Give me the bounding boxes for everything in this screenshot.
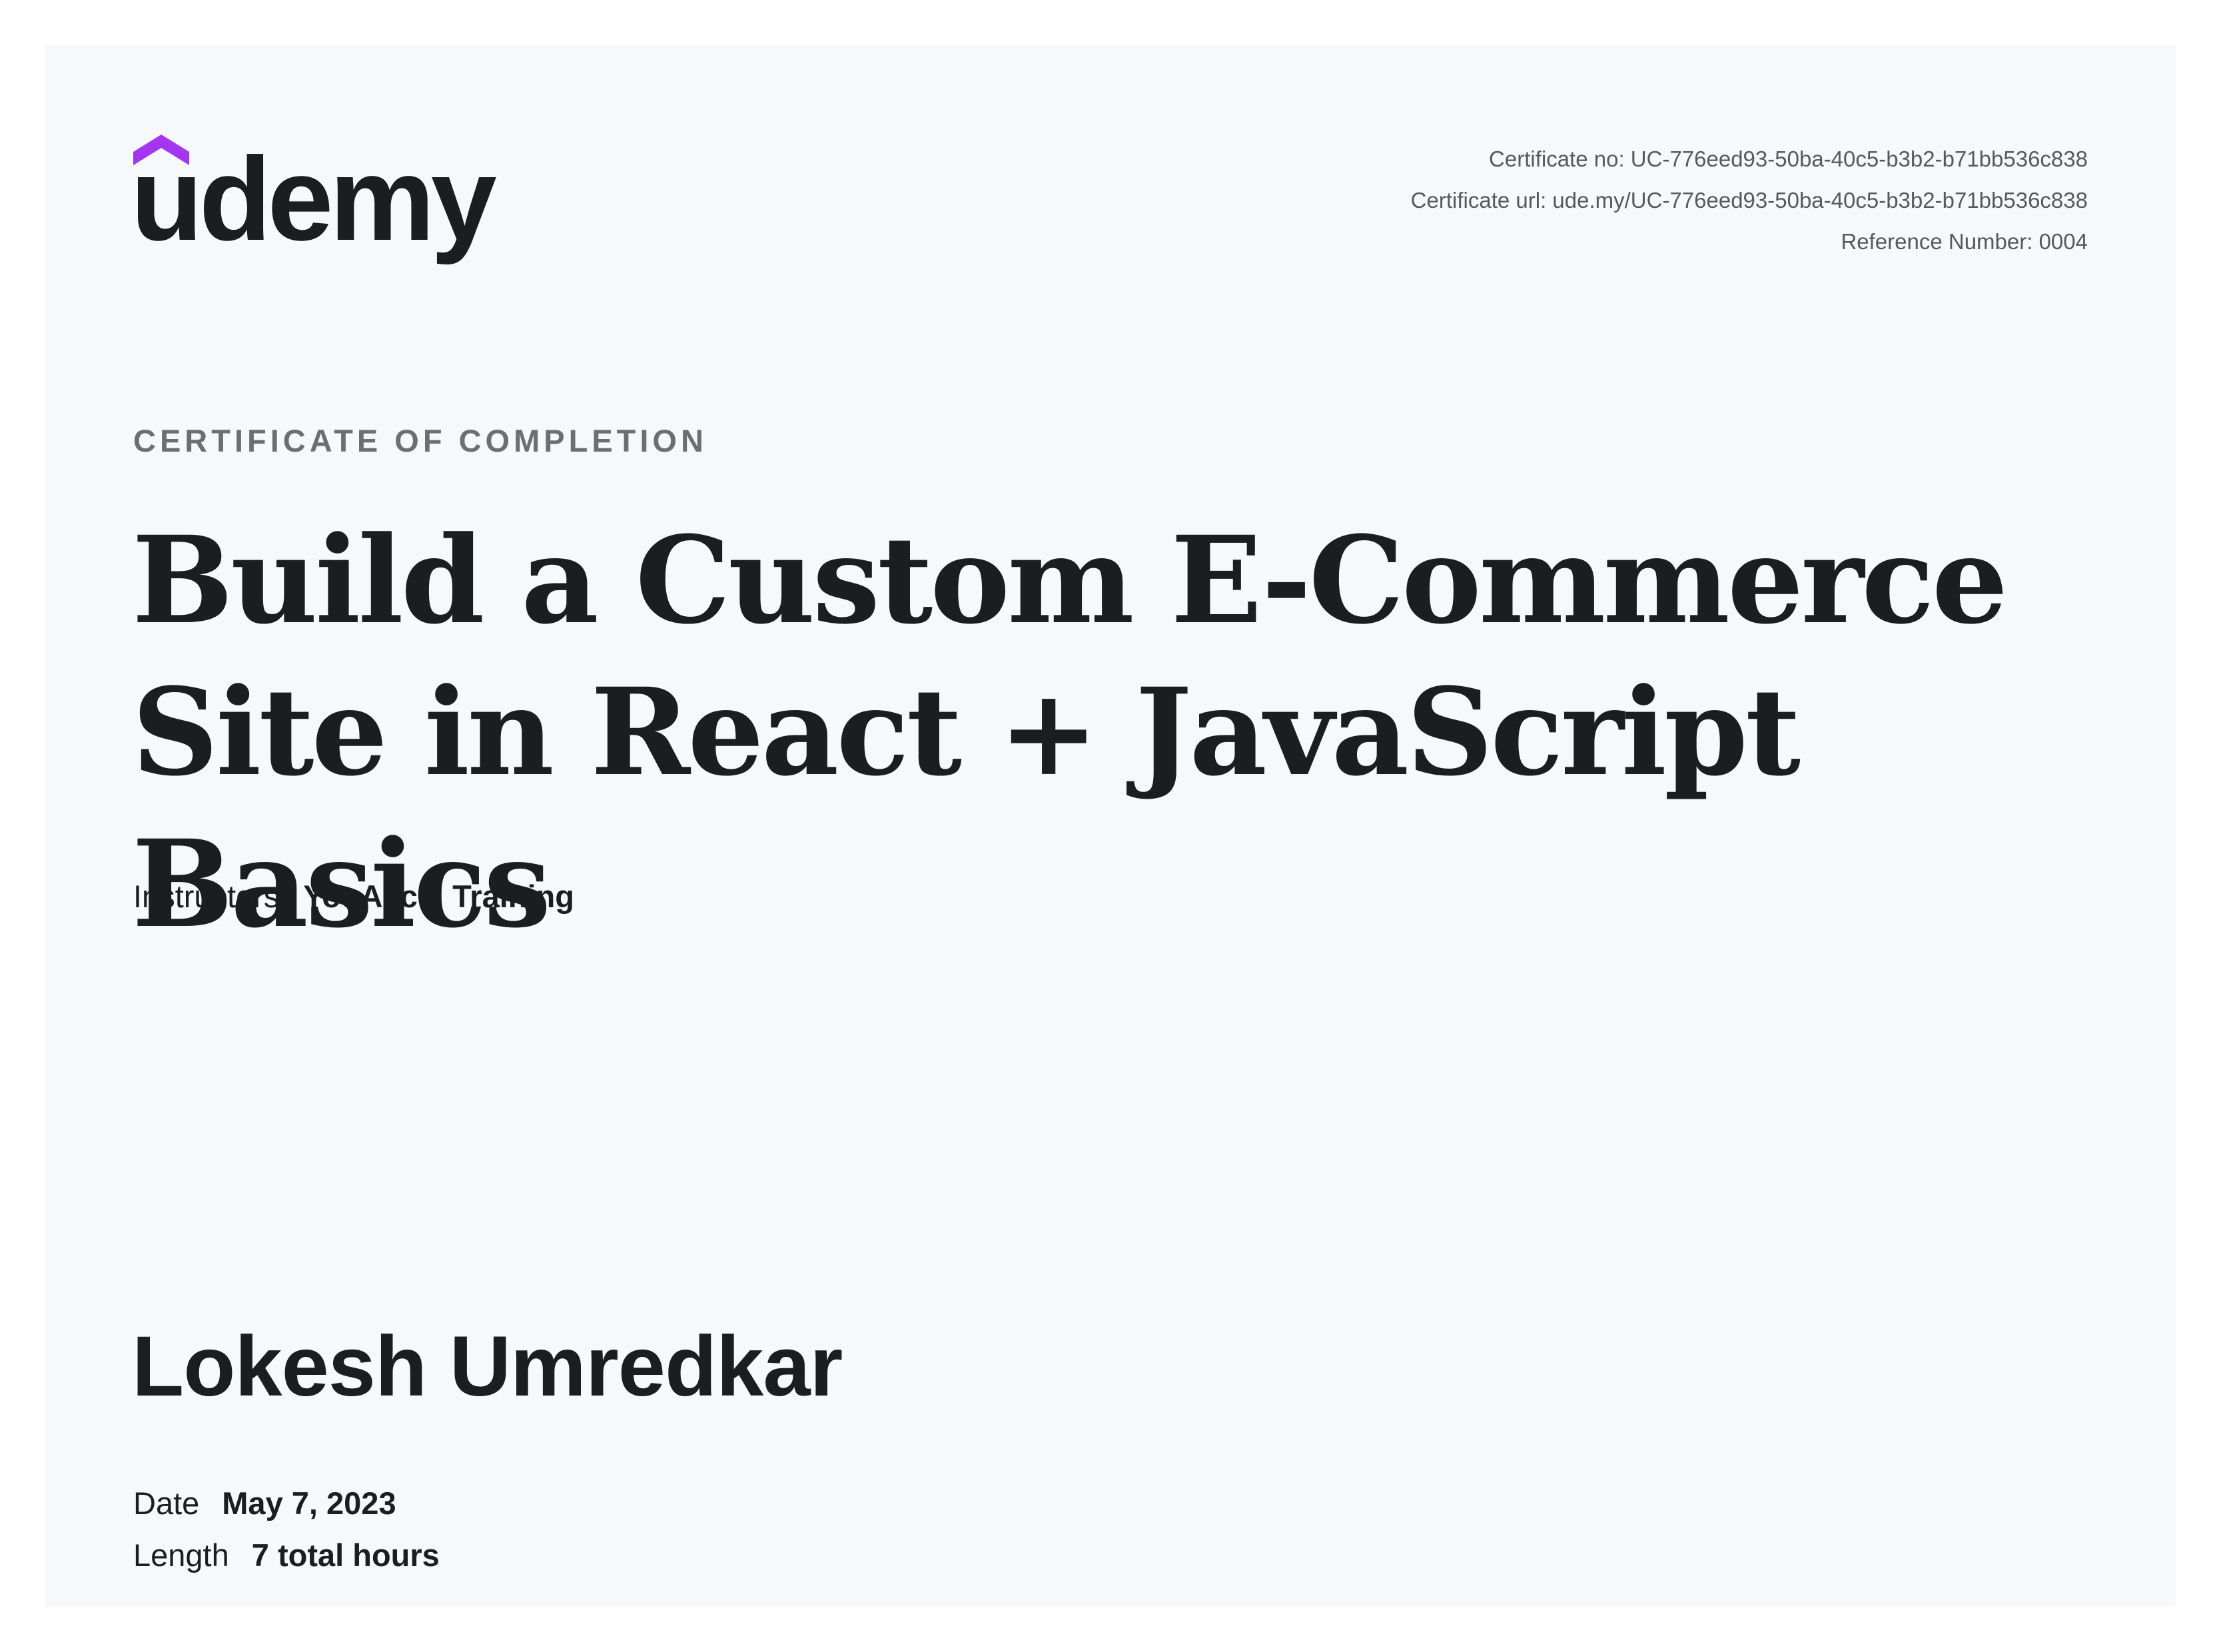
udemy-logo: udemy — [133, 133, 501, 265]
length-row: Length 7 total hours — [133, 1529, 440, 1581]
certificate-heading: CERTIFICATE OF COMPLETION — [133, 423, 707, 458]
length-value: 7 total hours — [251, 1537, 440, 1573]
certificate-url: Certificate url: ude.my/UC-776eed93-50ba… — [1410, 188, 2088, 212]
student-name: Lokesh Umredkar — [132, 1319, 843, 1414]
date-label: Date — [133, 1485, 200, 1521]
certificate-meta: Certificate no: UC-776eed93-50ba-40c5-b3… — [1411, 139, 2088, 262]
certificate-number: Certificate no: UC-776eed93-50ba-40c5-b3… — [1489, 147, 2088, 171]
reference-number: Reference Number: 0004 — [1841, 229, 2088, 254]
udemy-logo-wordmark: udemy — [133, 133, 497, 265]
completion-details: Date May 7, 2023 Length 7 total hours — [133, 1477, 440, 1581]
date-row: Date May 7, 2023 — [133, 1477, 440, 1529]
certificate-page: udemy Certificate no: UC-776eed93-50ba-4… — [45, 45, 2176, 1607]
instructors-row: Instructors YouAccel Training — [133, 878, 574, 915]
date-value: May 7, 2023 — [222, 1485, 396, 1521]
course-title-line-1: Build a Custom E-Commerce — [132, 510, 2008, 651]
length-label: Length — [133, 1537, 229, 1573]
instructors-label: Instructors — [133, 879, 280, 914]
instructors-value: YouAccel Training — [303, 879, 574, 914]
